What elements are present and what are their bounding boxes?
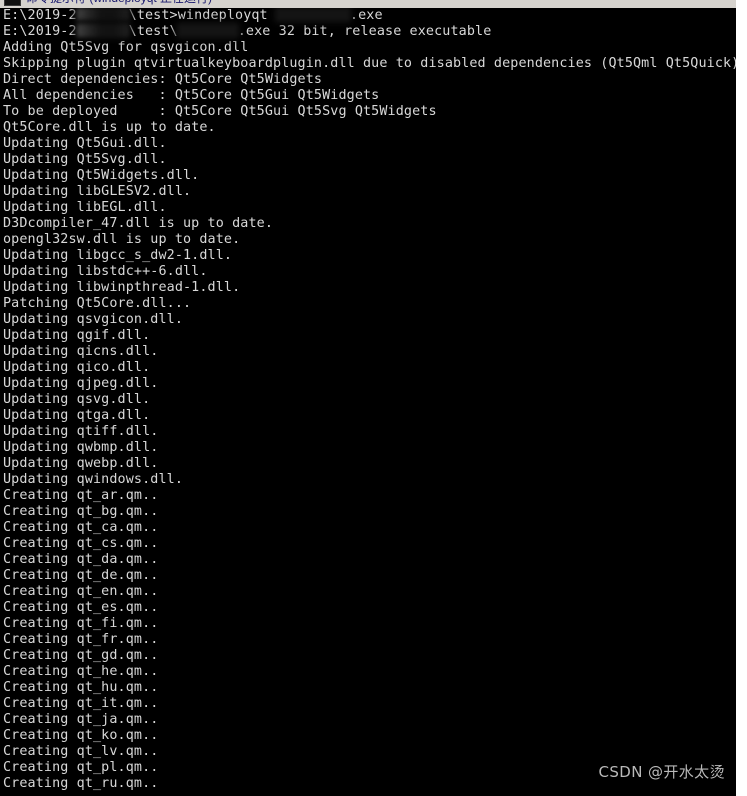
console-line: opengl32sw.dll is up to date. [3, 232, 241, 247]
console-line: Updating qicns.dll. [3, 344, 159, 359]
console-line: Creating qt_ja.qm.. [3, 712, 159, 727]
console-line: Skipping plugin qtvirtualkeyboardplugin.… [3, 56, 736, 71]
console-output[interactable]: E:\2019-2 \test>windeployqt .exe E:\2019-… [0, 8, 736, 796]
console-line: Updating qsvg.dll. [3, 392, 151, 407]
console-window[interactable]: 命令提示符 (windeployqt 正在运行) E:\2019-2 \test>… [0, 0, 736, 796]
console-line: Creating qt_gd.qm.. [3, 648, 159, 663]
title-bar-content: 命令提示符 (windeployqt 正在运行) [0, 0, 212, 8]
exe-suffix: .exe 32 bit, release executable [237, 24, 492, 39]
console-line: Creating qt_fr.qm.. [3, 632, 159, 647]
page-right-margin [736, 0, 747, 796]
window-title: 命令提示符 (windeployqt 正在运行) [26, 0, 212, 5]
redacted-exe-name-2 [177, 23, 238, 37]
prompt-command: windeployqt [177, 8, 276, 23]
console-line: Updating libEGL.dll. [3, 200, 167, 215]
console-line-list: Adding Qt5Svg for qsvgicon.dll Skipping p… [0, 40, 736, 792]
prompt-prefix: E:\2019-2 [3, 8, 77, 23]
window-title-bar[interactable]: 命令提示符 (windeployqt 正在运行) [0, 0, 736, 8]
redacted-path-segment-2 [76, 23, 129, 37]
exe-path-mid: \test\ [128, 24, 178, 39]
console-line: Qt5Core.dll is up to date. [3, 120, 216, 135]
console-line: Updating libGLESV2.dll. [3, 184, 192, 199]
console-line: Updating libstdc++-6.dll. [3, 264, 208, 279]
console-line: Updating qwebp.dll. [3, 456, 159, 471]
console-line: Updating qgif.dll. [3, 328, 151, 343]
console-line: Creating qt_hu.qm.. [3, 680, 159, 695]
exe-prefix: E:\2019-2 [3, 24, 77, 39]
screenshot-root: 命令提示符 (windeployqt 正在运行) E:\2019-2 \test>… [0, 0, 747, 796]
console-line: Updating qico.dll. [3, 360, 151, 375]
console-line: Creating qt_lv.qm.. [3, 744, 159, 759]
console-line: Creating qt_ca.qm.. [3, 520, 159, 535]
console-line: Adding Qt5Svg for qsvgicon.dll [3, 40, 249, 55]
console-line: Updating Qt5Svg.dll. [3, 152, 167, 167]
console-line: Creating qt_he.qm.. [3, 664, 159, 679]
console-line: Updating qtiff.dll. [3, 424, 159, 439]
console-line: Updating qwbmp.dll. [3, 440, 159, 455]
redacted-path-segment [76, 8, 129, 21]
console-line: Updating Qt5Gui.dll. [3, 136, 167, 151]
console-line: Updating libwinpthread-1.dll. [3, 280, 241, 295]
console-line: Creating qt_fi.qm.. [3, 616, 159, 631]
console-line: Creating qt_it.qm.. [3, 696, 159, 711]
console-line: Creating qt_en.qm.. [3, 584, 159, 599]
console-line-exe-info: E:\2019-2 \test\ .exe 32 bit, release exec… [0, 23, 736, 40]
redacted-exe-name [275, 8, 350, 21]
console-line: Updating qsvgicon.dll. [3, 312, 184, 327]
console-line: Updating qjpeg.dll. [3, 376, 159, 391]
console-line: Creating qt_ko.qm.. [3, 728, 159, 743]
console-line: Updating Qt5Widgets.dll. [3, 168, 200, 183]
console-line: Creating qt_ar.qm.. [3, 488, 159, 503]
console-line: Patching Qt5Core.dll... [3, 296, 192, 311]
console-line: All dependencies : Qt5Core Qt5Gui Qt5Wid… [3, 88, 380, 103]
console-line: Creating qt_bg.qm.. [3, 504, 159, 519]
console-line: Updating qtga.dll. [3, 408, 151, 423]
prompt-arg-suffix: .exe [349, 8, 383, 23]
console-line: Creating qt_cs.qm.. [3, 536, 159, 551]
console-line: Creating qt_da.qm.. [3, 552, 159, 567]
console-line: Updating libgcc_s_dw2-1.dll. [3, 248, 233, 263]
console-line: Creating qt_de.qm.. [3, 568, 159, 583]
console-line: Direct dependencies: Qt5Core Qt5Widgets [3, 72, 323, 87]
console-line: Updating qwindows.dll. [3, 472, 184, 487]
console-line-prompt: E:\2019-2 \test>windeployqt .exe [0, 8, 736, 24]
console-line: To be deployed : Qt5Core Qt5Gui Qt5Svg Q… [3, 104, 437, 119]
prompt-path-suffix: \test> [128, 8, 178, 23]
console-icon [4, 0, 21, 6]
console-line: Creating qt_es.qm.. [3, 600, 159, 615]
csdn-watermark: CSDN @开水太烫 [598, 763, 725, 781]
console-line: D3Dcompiler_47.dll is up to date. [3, 216, 274, 231]
